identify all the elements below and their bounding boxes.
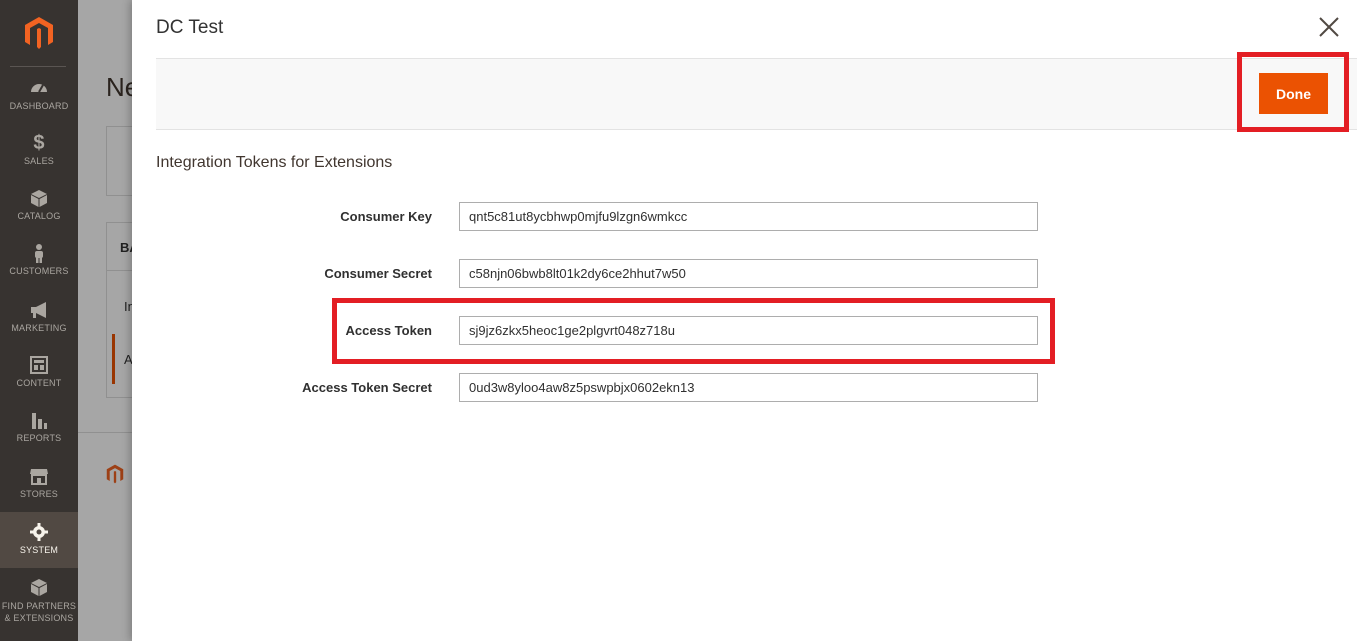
sidebar-item-sales[interactable]: $ SALES xyxy=(0,133,78,167)
sidebar-item-label: STORES xyxy=(19,489,59,499)
sidebar-item-customers[interactable]: CUSTOMERS xyxy=(0,243,78,277)
consumer-key-field[interactable] xyxy=(459,202,1038,231)
sidebar-item-reports[interactable]: REPORTS xyxy=(0,410,78,444)
gear-icon xyxy=(30,523,48,541)
access-token-secret-field[interactable] xyxy=(459,373,1038,402)
dashboard-icon xyxy=(31,84,47,93)
sidebar-item-label: MARKETING xyxy=(11,323,67,333)
sidebar-item-catalog[interactable]: CATALOG xyxy=(0,188,78,222)
sidebar-item-label: CUSTOMERS xyxy=(9,266,69,276)
sidebar-item-dashboard[interactable]: DASHBOARD xyxy=(0,78,78,112)
layout-icon xyxy=(30,356,48,374)
sidebar-item-label: SALES xyxy=(23,156,55,166)
close-button[interactable] xyxy=(1318,16,1340,38)
box-icon xyxy=(31,190,47,207)
magento-logo[interactable] xyxy=(0,0,78,66)
megaphone-icon xyxy=(31,302,46,318)
access-token-secret-label: Access Token Secret xyxy=(302,380,432,395)
consumer-key-label: Consumer Key xyxy=(340,209,432,224)
sidebar-item-label: & EXTENSIONS xyxy=(4,613,74,623)
blocks-icon xyxy=(31,579,47,596)
sidebar-item-find-partners[interactable]: FIND PARTNERS & EXTENSIONS xyxy=(0,578,78,624)
sidebar-item-content[interactable]: CONTENT xyxy=(0,355,78,389)
access-token-label: Access Token xyxy=(345,323,432,338)
sidebar-item-system[interactable]: SYSTEM xyxy=(0,512,78,568)
modal-action-bar xyxy=(156,58,1357,130)
sidebar-item-label: REPORTS xyxy=(16,433,62,443)
sidebar-item-stores[interactable]: STORES xyxy=(0,466,78,500)
done-button[interactable]: Done xyxy=(1259,73,1328,114)
sidebar-item-label: FIND PARTNERS xyxy=(1,601,77,611)
integration-modal: DC Test Done Integration Tokens for Exte… xyxy=(132,0,1357,641)
bar-chart-icon xyxy=(32,413,47,429)
modal-title: DC Test xyxy=(156,17,224,38)
sidebar-item-label: SYSTEM xyxy=(19,545,59,555)
magento-logo-icon xyxy=(25,17,53,49)
sidebar-divider xyxy=(10,66,66,67)
consumer-secret-field[interactable] xyxy=(459,259,1038,288)
sidebar-item-label: CATALOG xyxy=(17,211,61,221)
sidebar-item-marketing[interactable]: MARKETING xyxy=(0,300,78,334)
close-icon xyxy=(1319,17,1339,37)
person-icon xyxy=(35,244,43,263)
storefront-icon xyxy=(30,469,48,485)
dollar-icon: $ xyxy=(33,132,45,154)
sidebar-item-label: CONTENT xyxy=(16,378,62,388)
access-token-field[interactable] xyxy=(459,316,1038,345)
consumer-secret-label: Consumer Secret xyxy=(324,266,432,281)
admin-sidebar: DASHBOARD $ SALES CATALOG CUSTOMERS MARK… xyxy=(0,0,78,641)
sidebar-item-label: DASHBOARD xyxy=(9,101,69,111)
section-title: Integration Tokens for Extensions xyxy=(156,154,393,171)
